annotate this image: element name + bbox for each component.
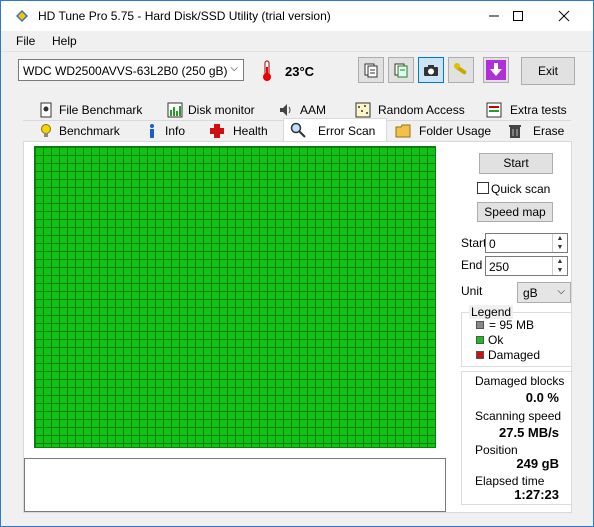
position-label: Position: [475, 443, 518, 457]
legend-ok-swatch: [476, 336, 484, 344]
close-button[interactable]: [541, 1, 587, 31]
thermometer-icon: [263, 60, 271, 81]
position-value: 249 gB: [516, 456, 559, 471]
extra-tests-icon: [486, 102, 502, 118]
maximize-icon: [513, 11, 523, 21]
legend-damaged-label: Damaged: [488, 348, 541, 362]
elapsed-time-value: 1:27:23: [514, 487, 559, 502]
download-arrow-icon: [486, 60, 506, 80]
health-cross-icon: [210, 124, 224, 138]
legend-ok-label: Ok: [488, 333, 504, 347]
tab-info[interactable]: Info: [138, 121, 203, 141]
copy-text-icon: [364, 63, 378, 78]
quick-scan-label[interactable]: Quick scan: [491, 182, 550, 196]
folder-icon: [395, 124, 411, 138]
tab-random-access[interactable]: Random Access: [349, 100, 479, 120]
menu-bar: File Help: [1, 31, 593, 52]
disk-monitor-icon: [167, 102, 183, 118]
file-benchmark-icon: [40, 102, 52, 118]
options-button[interactable]: [448, 57, 474, 83]
damaged-blocks-label: Damaged blocks: [475, 374, 565, 388]
start-button[interactable]: Start: [479, 153, 553, 174]
start-spinbox[interactable]: 0 ▲ ▼: [485, 233, 568, 253]
camera-icon: [424, 65, 438, 76]
tab-error-scan[interactable]: Error Scan: [283, 118, 387, 142]
unit-select[interactable]: gB ⌵: [517, 282, 571, 303]
legend-damaged-swatch: [476, 351, 484, 359]
unit-label: Unit: [461, 284, 483, 298]
trash-icon: [509, 125, 521, 138]
tab-disk-monitor[interactable]: Disk monitor: [161, 100, 273, 120]
end-spinbox-value: 250: [489, 260, 510, 274]
random-access-icon: [355, 102, 371, 118]
scanning-speed-label: Scanning speed: [475, 409, 562, 423]
close-icon: [558, 10, 570, 22]
temperature-readout: 23°C: [285, 64, 315, 79]
scanning-speed-value: 27.5 MB/s: [499, 425, 559, 440]
tab-health[interactable]: Health: [203, 121, 283, 141]
app-logo-icon: [16, 10, 28, 22]
tab-extra-tests[interactable]: Extra tests: [480, 100, 570, 120]
menu-help[interactable]: Help: [52, 34, 77, 48]
tab-aam[interactable]: AAM: [272, 100, 352, 120]
tab-erase[interactable]: Erase: [501, 121, 571, 141]
exit-button[interactable]: Exit: [521, 57, 575, 85]
legend-title: Legend: [469, 305, 514, 319]
unit-select-value: gB: [523, 286, 538, 300]
maximize-button[interactable]: [495, 1, 541, 31]
start-field-label: Start: [461, 236, 487, 250]
legend-block-size: = 95 MB: [489, 318, 535, 332]
title-bar: HD Tune Pro 5.75 - Hard Disk/SSD Utility…: [1, 1, 593, 31]
chevron-down-icon: ⌵: [230, 63, 238, 74]
info-icon: [150, 124, 154, 138]
quick-scan-checkbox[interactable]: [477, 182, 489, 194]
elapsed-time-label: Elapsed time: [475, 474, 545, 488]
tab-folder-usage[interactable]: Folder Usage: [389, 121, 499, 141]
drive-select-value: WDC WD2500AVVS-63L2B0 (250 gB): [23, 64, 228, 78]
magnifier-icon: [290, 122, 306, 138]
end-spinbox[interactable]: 250 ▲ ▼: [485, 256, 568, 276]
copy-all-button[interactable]: [388, 57, 414, 83]
end-field-label: End: [461, 258, 483, 272]
tools-icon: [454, 63, 467, 75]
copy-text-button[interactable]: [358, 57, 384, 83]
start-spinbox-value: 0: [489, 237, 496, 251]
window-title: HD Tune Pro 5.75 - Hard Disk/SSD Utility…: [38, 9, 331, 23]
scan-block-map: [34, 146, 436, 448]
speaker-icon: [280, 104, 291, 116]
scan-log-box[interactable]: [24, 458, 446, 512]
menu-file[interactable]: File: [16, 34, 35, 48]
legend-block-swatch: [476, 321, 484, 329]
chevron-down-icon: ⌵: [557, 286, 565, 297]
damaged-blocks-value: 0.0 %: [525, 390, 559, 405]
speed-map-button[interactable]: Speed map: [477, 202, 553, 222]
tab-file-benchmark[interactable]: File Benchmark: [32, 100, 162, 120]
copy-all-icon: [394, 63, 408, 78]
lightbulb-icon: [41, 124, 51, 137]
tab-benchmark[interactable]: Benchmark: [32, 121, 138, 141]
spin-arrows-icon[interactable]: ▲ ▼: [552, 234, 567, 252]
screenshot-button[interactable]: [418, 57, 444, 83]
save-button[interactable]: [483, 57, 509, 83]
drive-select[interactable]: WDC WD2500AVVS-63L2B0 (250 gB) ⌵: [18, 59, 244, 81]
spin-arrows-icon[interactable]: ▲ ▼: [552, 257, 567, 275]
app-window: HD Tune Pro 5.75 - Hard Disk/SSD Utility…: [0, 0, 594, 527]
